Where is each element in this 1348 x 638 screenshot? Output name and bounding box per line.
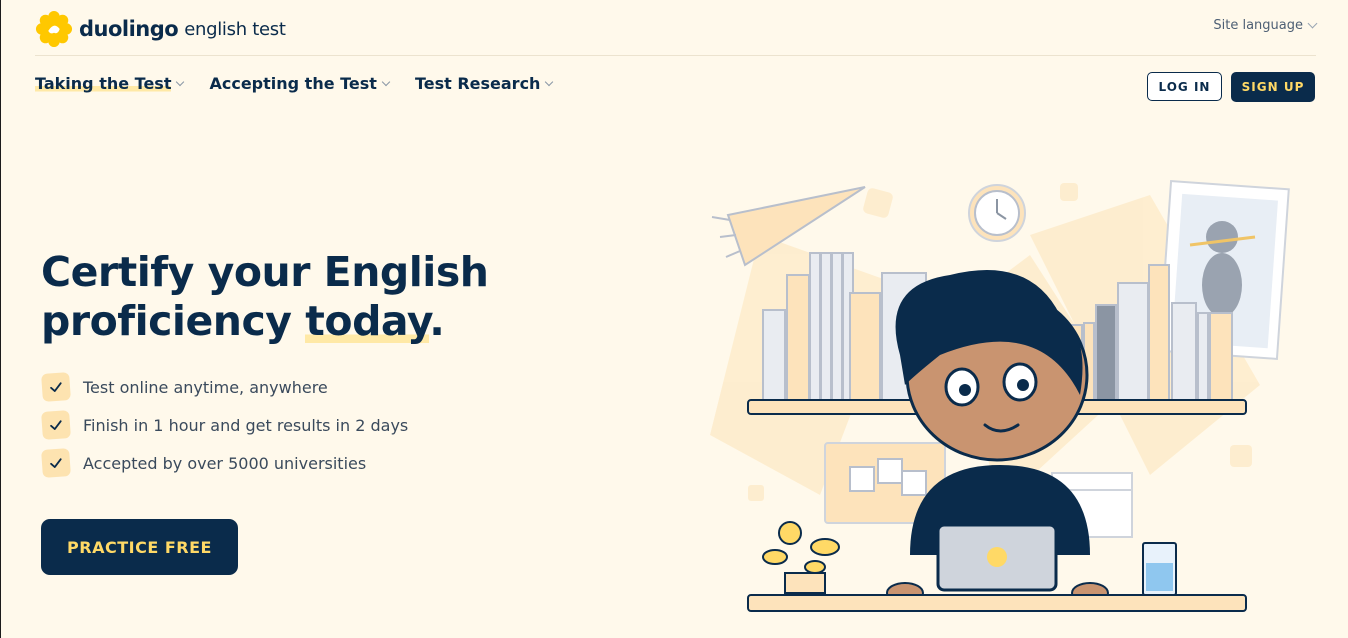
feature-text: Test online anytime, anywhere (83, 377, 328, 397)
chevron-down-icon (381, 77, 391, 86)
duolingo-logo-icon (35, 10, 73, 48)
site-language-label: Site language (1213, 18, 1303, 33)
water-glass-icon (1142, 542, 1177, 596)
chevron-down-icon (545, 77, 554, 86)
signup-button[interactable]: SIGN UP (1231, 72, 1315, 102)
nav-item-taking-the-test[interactable]: Taking the Test (35, 74, 185, 93)
top-bar: duolingo english test Site language (35, 0, 1318, 56)
checkmark-icon (41, 410, 71, 440)
hero-title-period: . (429, 297, 445, 345)
hero-title: Certify your English proficiency today. (41, 248, 561, 346)
list-item: Finish in 1 hour and get results in 2 da… (41, 406, 409, 444)
hero-title-line2: proficiency (41, 297, 306, 345)
clock-icon (968, 184, 1026, 242)
logo-wordmark: duolingo (79, 17, 179, 41)
hero-title-highlight: today (305, 297, 430, 345)
hero-title-line1: Certify your English (41, 248, 489, 296)
checkmark-icon (41, 372, 71, 402)
main-nav: Taking the Test Accepting the Test Test … (35, 74, 554, 93)
nav-item-accepting-the-test[interactable]: Accepting the Test (209, 74, 391, 93)
nav-item-label: Test Research (414, 74, 541, 93)
chevron-down-icon (1307, 18, 1318, 29)
feature-list: Test online anytime, anywhere Finish in … (41, 368, 409, 482)
logo[interactable]: duolingo english test (35, 10, 286, 48)
feature-text: Finish in 1 hour and get results in 2 da… (83, 415, 409, 435)
nav-item-test-research[interactable]: Test Research (414, 74, 554, 93)
hero-illustration (710, 180, 1290, 612)
feature-text: Accepted by over 5000 universities (83, 453, 367, 473)
laptop-icon (936, 523, 1058, 592)
login-button[interactable]: LOG IN (1147, 72, 1222, 101)
window-edge (0, 0, 1, 638)
nav-item-label: Accepting the Test (209, 74, 377, 93)
list-item: Test online anytime, anywhere (41, 368, 408, 406)
chevron-down-icon (176, 77, 185, 86)
checkmark-icon (41, 448, 71, 478)
nav-item-label: Taking the Test (35, 74, 172, 93)
desk (747, 594, 1247, 612)
site-language-selector[interactable]: Site language (1213, 18, 1318, 33)
logo-subtitle: english test (184, 18, 286, 40)
plant-icon (762, 521, 840, 594)
practice-free-button[interactable]: PRACTICE FREE (41, 519, 238, 575)
list-item: Accepted by over 5000 universities (41, 444, 408, 482)
